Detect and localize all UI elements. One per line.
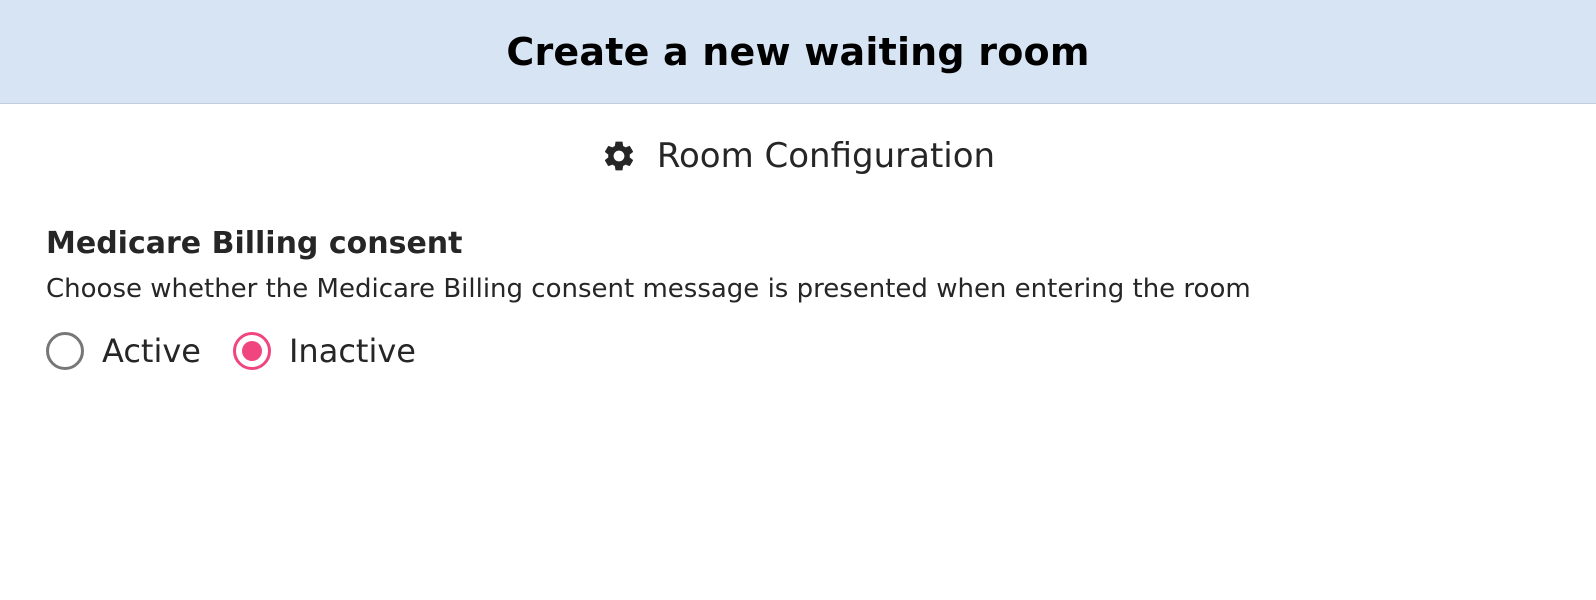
section-title: Room Configuration xyxy=(656,136,996,176)
page-title: Create a new waiting room xyxy=(506,29,1090,74)
active-radio-button[interactable] xyxy=(46,332,84,370)
active-radio-label[interactable]: Active xyxy=(102,332,201,370)
inactive-radio-button[interactable] xyxy=(232,332,271,370)
inactive-radio-label[interactable]: Inactive xyxy=(289,332,416,370)
setting-description: Choose whether the Medicare Billing cons… xyxy=(46,274,1251,304)
medicare-billing-setting: Medicare Billing consent Choose whether … xyxy=(46,224,1596,370)
gear-icon xyxy=(601,138,637,174)
page-header: Create a new waiting room xyxy=(0,0,1596,104)
active-radio-option[interactable]: Active xyxy=(46,332,201,370)
section-heading: Room Configuration xyxy=(0,134,1596,178)
setting-title: Medicare Billing consent xyxy=(46,226,463,261)
inactive-radio-option[interactable]: Inactive xyxy=(232,332,416,370)
consent-radio-group: Active Inactive xyxy=(46,332,1596,370)
